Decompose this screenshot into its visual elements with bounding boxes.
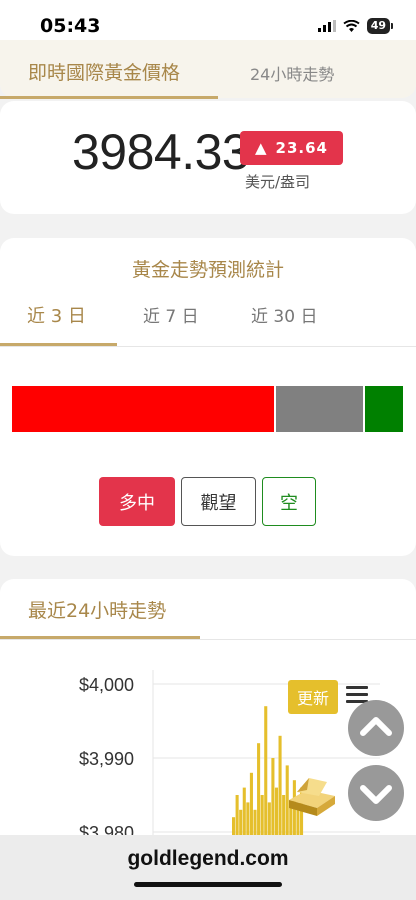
chart-area-mark bbox=[274, 787, 279, 840]
forecast-card: 黃金走勢預測統計 近 3 日 近 7 日 近 30 日 多中 觀望 空 bbox=[0, 238, 416, 556]
chart-area-mark bbox=[271, 758, 275, 840]
url-text[interactable]: goldlegend.com bbox=[0, 847, 416, 871]
forecast-bar-bull bbox=[12, 386, 274, 432]
price-card: 3984.33 ▲ 23.64 美元/盎司 bbox=[0, 101, 416, 214]
divider bbox=[0, 346, 416, 347]
chart-title: 最近24小時走勢 bbox=[28, 600, 167, 622]
active-tab-underline bbox=[0, 96, 218, 99]
chevron-down-icon bbox=[360, 785, 392, 804]
forecast-bar-neutral bbox=[275, 386, 364, 432]
chart-area-mark bbox=[257, 743, 261, 840]
tab-24h-trend[interactable]: 24小時走勢 bbox=[250, 61, 334, 85]
price-unit: 美元/盎司 bbox=[245, 173, 311, 191]
tab-3-days[interactable]: 近 3 日 bbox=[27, 302, 86, 328]
wifi-icon bbox=[343, 19, 360, 32]
gold-price-value: 3984.33 bbox=[72, 124, 250, 180]
up-arrow-icon: ▲ bbox=[255, 139, 268, 157]
y-tick-label: $3,990 bbox=[79, 749, 134, 769]
top-tabs: 即時國際黃金價格 24小時走勢 bbox=[0, 40, 416, 99]
tab-30-days[interactable]: 近 30 日 bbox=[251, 302, 317, 327]
y-tick-label: $4,000 bbox=[79, 675, 134, 695]
update-button[interactable]: 更新 bbox=[288, 680, 338, 714]
scroll-down-button[interactable] bbox=[348, 765, 404, 821]
vote-short-button[interactable]: 空 bbox=[262, 477, 316, 526]
signal-icon bbox=[317, 20, 336, 32]
vote-watch-button[interactable]: 觀望 bbox=[181, 477, 256, 526]
chevron-up-icon bbox=[360, 717, 392, 736]
gold-bar-icon bbox=[289, 778, 335, 816]
chart-area-mark bbox=[242, 787, 246, 840]
price-change-badge: ▲ 23.64 bbox=[240, 131, 343, 165]
chart-area-mark bbox=[235, 795, 239, 840]
chart-area-mark bbox=[278, 735, 282, 840]
chart-area-mark bbox=[249, 772, 253, 840]
forecast-bar bbox=[12, 386, 403, 432]
forecast-title: 黃金走勢預測統計 bbox=[131, 259, 284, 281]
browser-url-bar[interactable]: goldlegend.com bbox=[0, 835, 416, 900]
chart-area-mark bbox=[260, 795, 264, 840]
forecast-bar-bear bbox=[365, 386, 403, 432]
scroll-up-button[interactable] bbox=[348, 700, 404, 756]
home-indicator bbox=[134, 882, 282, 887]
status-icons: 49 bbox=[317, 18, 394, 34]
vote-long-button[interactable]: 多中 bbox=[99, 477, 175, 526]
battery-icon: 49 bbox=[366, 18, 394, 34]
status-time: 05:43 bbox=[40, 15, 101, 37]
chart-area-mark bbox=[264, 706, 268, 840]
tab-live-gold-price[interactable]: 即時國際黃金價格 bbox=[28, 58, 180, 85]
price-change-value: 23.64 bbox=[275, 139, 328, 157]
tab-7-days[interactable]: 近 7 日 bbox=[143, 302, 199, 327]
